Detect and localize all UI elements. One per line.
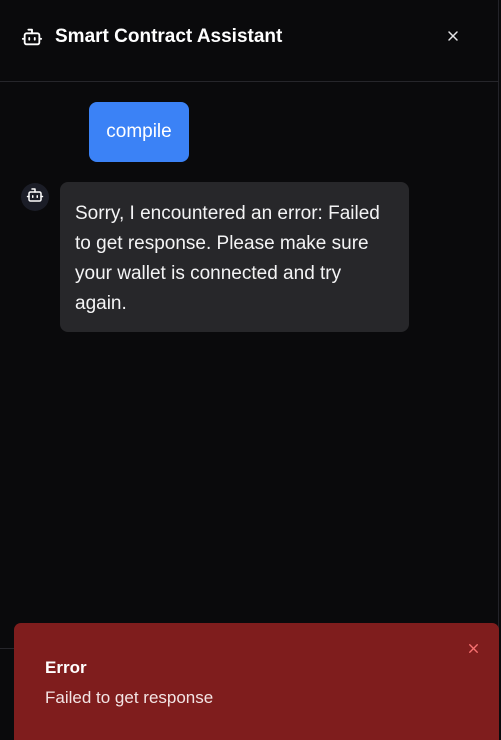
assistant-message: Sorry, I encountered an error: Failed to… [60,182,409,332]
chat-title: Smart Contract Assistant [55,26,283,47]
toast-description: Failed to get response [45,688,214,707]
bot-icon [26,186,44,209]
toast-close-button[interactable] [463,640,483,660]
bot-icon [21,26,43,48]
toast-title: Error [45,658,87,677]
user-message-text: compile [106,121,172,142]
close-chat-button[interactable] [440,24,466,50]
assistant-avatar [21,183,49,211]
close-icon [466,641,481,659]
close-icon [445,28,461,47]
chat-header: Smart Contract Assistant [0,0,499,82]
user-message: compile [89,102,189,162]
error-toast: Error Failed to get response [14,623,499,740]
assistant-message-text: Sorry, I encountered an error: Failed to… [75,203,380,314]
